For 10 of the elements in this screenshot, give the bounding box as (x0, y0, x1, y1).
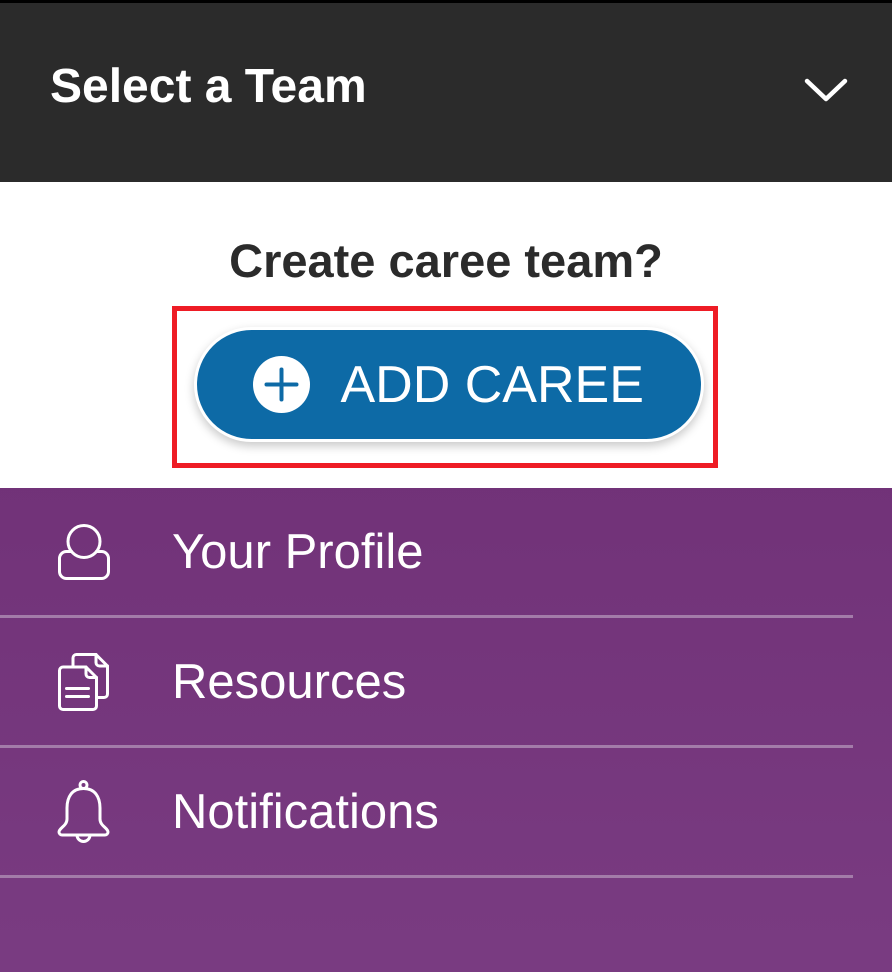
team-select[interactable]: Select a Team (0, 58, 892, 114)
chevron-down-icon (804, 78, 848, 102)
create-team-prompt: Create caree team? (229, 234, 663, 288)
person-icon (58, 524, 110, 580)
documents-icon (58, 652, 110, 710)
plus-circle-icon (252, 356, 310, 413)
bell-icon (57, 780, 110, 843)
menu-item[interactable]: Your Profile (0, 488, 853, 618)
menu-item[interactable]: Resources (0, 618, 853, 748)
menu-item[interactable]: Notifications (0, 748, 853, 878)
